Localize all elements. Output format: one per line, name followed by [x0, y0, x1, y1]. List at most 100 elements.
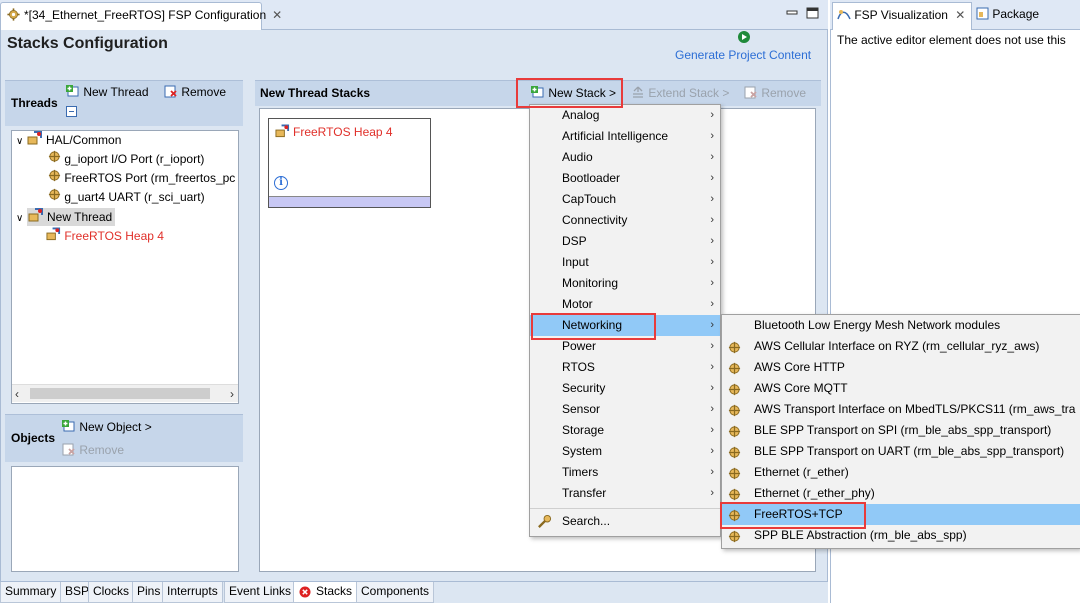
tree-item-freertos-port[interactable]: FreeRTOS Port (rm_freertos_pc — [48, 169, 235, 188]
menu-item-rtos[interactable]: RTOS › — [530, 357, 720, 378]
menu-item-motor[interactable]: Motor › — [530, 294, 720, 315]
chevron-down-icon[interactable]: ∨ — [16, 213, 23, 224]
menu-item-label: DSP — [562, 234, 587, 248]
menu-item-analog[interactable]: Analog › — [530, 105, 720, 126]
submenu-item-ble-spp-transport-on-uart-rm-ble-abs-spp-transport[interactable]: BLE SPP Transport on UART (rm_ble_abs_sp… — [722, 441, 1080, 462]
submenu-item-aws-core-http[interactable]: AWS Core HTTP — [722, 357, 1080, 378]
submenu-item-freertos-tcp[interactable]: FreeRTOS+TCP — [722, 504, 1080, 525]
submenu-item-aws-core-mqtt[interactable]: AWS Core MQTT — [722, 378, 1080, 399]
stack-block-label: FreeRTOS Heap 4 — [293, 125, 393, 139]
submenu-item-ethernet-r-ether[interactable]: Ethernet (r_ether) — [722, 462, 1080, 483]
close-icon[interactable]: ✕ — [955, 8, 965, 22]
minimize-icon[interactable] — [786, 6, 798, 20]
menu-item-sensor[interactable]: Sensor › — [530, 399, 720, 420]
menu-item-bootloader[interactable]: Bootloader › — [530, 168, 720, 189]
submenu-item-aws-cellular-interface-on-ryz-rm-cellular-ryz-aws[interactable]: AWS Cellular Interface on RYZ (rm_cellul… — [722, 336, 1080, 357]
tab-event-links[interactable]: Event Links — [224, 582, 297, 603]
remove-stack-label: Remove — [761, 86, 807, 101]
threads-icon — [27, 131, 43, 151]
remove-object-button[interactable]: Remove — [62, 443, 124, 459]
search-icon — [537, 514, 552, 536]
remove-stack-button[interactable]: Remove — [744, 86, 806, 102]
info-icon[interactable]: i — [274, 176, 288, 190]
tab-components[interactable]: Components — [356, 582, 435, 603]
collapse-all-icon[interactable] — [66, 106, 77, 117]
remove-thread-button[interactable]: Remove — [164, 85, 226, 101]
submenu-item-ble-spp-transport-on-spi-rm-ble-abs-spp-transport[interactable]: BLE SPP Transport on SPI (rm_ble_abs_spp… — [722, 420, 1080, 441]
tab-fsp-visualization[interactable]: FSP Visualization ✕ — [832, 2, 972, 30]
menu-item-storage[interactable]: Storage › — [530, 420, 720, 441]
menu-item-label: Motor — [562, 297, 593, 311]
menu-separator — [530, 508, 720, 509]
stacks-panel-title: New Thread Stacks — [260, 86, 371, 100]
scroll-right-icon[interactable]: › — [230, 387, 234, 401]
submenu-item-aws-transport-interface-on-mbedtls-pkcs11-rm-aws-tra[interactable]: AWS Transport Interface on MbedTLS/PKCS1… — [722, 399, 1080, 420]
scroll-left-icon[interactable]: ‹ — [15, 387, 19, 401]
menu-item-system[interactable]: System › — [530, 441, 720, 462]
new-thread-button[interactable]: New Thread — [66, 85, 149, 101]
menu-item-monitoring[interactable]: Monitoring › — [530, 273, 720, 294]
tree-item-hal-common[interactable]: ∨ HAL/Common — [16, 131, 121, 150]
menu-item-captouch[interactable]: CapTouch › — [530, 189, 720, 210]
tree-item-g-ioport[interactable]: g_ioport I/O Port (r_ioport) — [48, 150, 204, 169]
menu-item-label: CapTouch — [562, 192, 617, 206]
tree-item-new-thread[interactable]: ∨ New Thread — [16, 208, 116, 227]
menu-item-search[interactable]: Search... — [530, 511, 720, 532]
menu-item-artificial-intelligence[interactable]: Artificial Intelligence › — [530, 126, 720, 147]
menu-item-timers[interactable]: Timers › — [530, 462, 720, 483]
submenu-item-label: Ethernet (r_ether_phy) — [754, 486, 875, 500]
menu-item-power[interactable]: Power › — [530, 336, 720, 357]
menu-item-audio[interactable]: Audio › — [530, 147, 720, 168]
tree-item-freertos-heap-4[interactable]: FreeRTOS Heap 4 — [46, 227, 164, 246]
new-stack-button[interactable]: New Stack > — [531, 86, 616, 102]
chevron-right-icon: › — [710, 487, 714, 499]
generate-icon[interactable] — [737, 30, 751, 47]
extend-icon — [631, 86, 645, 102]
menu-item-label: Security — [562, 381, 606, 395]
tab-pins[interactable]: Pins — [132, 582, 166, 603]
chevron-down-icon[interactable]: ∨ — [16, 136, 23, 147]
tab-stacks[interactable]: Stacks — [293, 582, 358, 603]
menu-item-dsp[interactable]: DSP › — [530, 231, 720, 252]
menu-item-transfer[interactable]: Transfer › — [530, 483, 720, 504]
submenu-item-ethernet-r-ether-phy[interactable]: Ethernet (r_ether_phy) — [722, 483, 1080, 504]
tab-interrupts[interactable]: Interrupts — [162, 582, 223, 603]
horizontal-scrollbar[interactable]: ‹ › — [12, 384, 238, 402]
menu-item-label: Input — [562, 255, 589, 269]
tree-item-label: HAL/Common — [46, 133, 122, 148]
submenu-item-spp-ble-abstraction-rm-ble-abs-spp[interactable]: SPP BLE Abstraction (rm_ble_abs_spp) — [722, 525, 1080, 546]
close-icon[interactable]: ✕ — [272, 8, 282, 22]
tab-clocks[interactable]: Clocks — [88, 582, 135, 603]
visualization-message: The active editor element does not use t… — [837, 33, 1066, 47]
menu-item-label: Bootloader — [562, 171, 621, 185]
menu-item-networking[interactable]: Networking › — [530, 315, 720, 336]
submenu-item-label: AWS Cellular Interface on RYZ (rm_cellul… — [754, 339, 1040, 353]
menu-item-label: Power — [562, 339, 597, 353]
tab-package[interactable]: Package — [976, 7, 1039, 23]
tab-summary[interactable]: Summary — [0, 582, 62, 603]
submenu-item-bluetooth-low-energy-mesh-network-modules[interactable]: Bluetooth Low Energy Mesh Network module… — [722, 315, 1080, 336]
chevron-right-icon: › — [710, 445, 714, 457]
component-icon — [48, 188, 61, 207]
editor-tab-fsp-configuration[interactable]: *[34_Ethernet_FreeRTOS] FSP Configuratio… — [0, 2, 282, 30]
extend-stack-button[interactable]: Extend Stack > — [631, 86, 729, 102]
tree-item-label: g_ioport I/O Port (r_ioport) — [64, 152, 205, 166]
menu-item-label: Audio — [562, 150, 593, 164]
generate-project-content-button[interactable]: Generate Project Content — [675, 48, 811, 62]
chevron-right-icon: › — [710, 298, 714, 310]
scrollbar-thumb[interactable] — [30, 388, 210, 399]
menu-item-security[interactable]: Security › — [530, 378, 720, 399]
menu-item-label: RTOS — [562, 360, 595, 374]
new-object-button[interactable]: New Object > — [62, 420, 152, 436]
gear-icon — [7, 8, 20, 24]
chevron-right-icon: › — [710, 193, 714, 205]
maximize-icon[interactable] — [806, 6, 820, 20]
tree-item-g-uart4[interactable]: g_uart4 UART (r_sci_uart) — [48, 188, 205, 207]
extend-stack-label: Extend Stack > — [648, 86, 730, 101]
stack-block-footer — [269, 196, 430, 207]
menu-item-label: System — [562, 444, 603, 458]
menu-item-connectivity[interactable]: Connectivity › — [530, 210, 720, 231]
editor-tab-title: *[34_Ethernet_FreeRTOS] FSP Configuratio… — [24, 8, 267, 23]
menu-item-input[interactable]: Input › — [530, 252, 720, 273]
menu-item-label: Connectivity — [562, 213, 628, 227]
